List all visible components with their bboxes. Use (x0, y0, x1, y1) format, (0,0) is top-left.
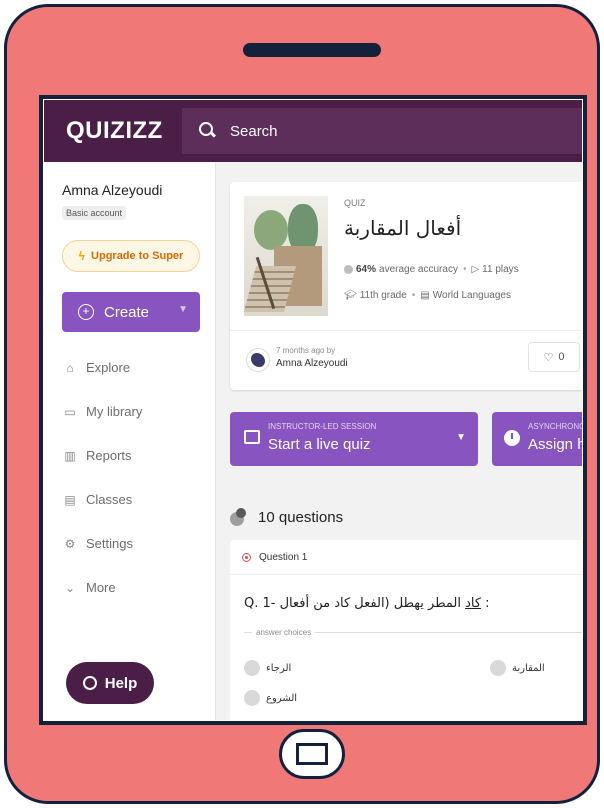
like-button[interactable]: ♡ 0 (528, 342, 580, 372)
search-icon (198, 121, 218, 141)
grade-label: 11th grade (359, 290, 407, 301)
user-name: Amna Alzeyoudi (62, 182, 163, 198)
questions-header: 10 questions (230, 508, 343, 526)
start-live-quiz-button[interactable]: INSTRUCTOR-LED SESSION Start a live quiz… (230, 412, 478, 466)
reports-icon: ▥ (64, 448, 76, 463)
author-name[interactable]: Amna Alzeyoudi (276, 358, 348, 369)
sidebar: Amna Alzeyoudi Basic account ϟ Upgrade t… (44, 162, 216, 720)
clock-icon (504, 430, 520, 446)
sidebar-item-reports[interactable]: ▥ Reports (62, 448, 132, 463)
questions-icon (230, 508, 248, 526)
caret-down-icon[interactable]: ▼ (456, 432, 466, 443)
quiz-thumbnail[interactable] (244, 196, 328, 316)
lightning-icon: ϟ (78, 249, 86, 263)
assign-homework-button[interactable]: ASYNCHRONOUS Assign homework (492, 412, 582, 466)
async-label: ASYNCHRONOUS (528, 422, 582, 431)
plays-count: 11 plays (482, 264, 519, 275)
quiz-type-label: QUIZ (344, 198, 366, 208)
top-bar: QUIZIZZ Search (44, 100, 582, 162)
quiz-title: أفعال المقاربة (344, 216, 462, 240)
search-label: Search (230, 122, 278, 140)
gear-icon: ⚙ (64, 536, 76, 551)
likes-count: 0 (558, 351, 565, 363)
upgrade-button[interactable]: ϟ Upgrade to Super (62, 240, 200, 272)
sidebar-item-classes[interactable]: ▤ Classes (62, 492, 132, 507)
question-card: Question 1 Q. 1- كاد المطر يهطل (الفعل ك… (230, 540, 582, 720)
sidebar-item-my-library[interactable]: ▭ My library (62, 404, 142, 419)
classes-icon: ▤ (64, 492, 76, 507)
assign-homework-label: Assign homework (528, 436, 582, 453)
search-bar[interactable]: Search (182, 108, 582, 154)
graduation-cap-icon: 🎓︎ (344, 290, 357, 301)
chevron-down-icon: ⌄ (64, 580, 76, 595)
chat-bubble-icon (82, 676, 97, 690)
main-content: QUIZ أفعال المقاربة 64% average accuracy… (216, 162, 582, 720)
live-session-label: INSTRUCTOR-LED SESSION (268, 422, 377, 431)
choice-indicator (244, 690, 260, 706)
sidebar-item-explore[interactable]: ⌂ Explore (62, 360, 130, 375)
accuracy-icon (344, 265, 353, 274)
sidebar-item-label: Explore (86, 360, 131, 375)
live-quiz-label: Start a live quiz (268, 436, 371, 453)
question-label: Question 1 (242, 552, 307, 563)
folder-icon: ▭ (64, 404, 76, 419)
sidebar-item-label: My library (86, 404, 143, 419)
quiz-stats: 64% average accuracy • ▷ 11 plays (344, 264, 519, 275)
subject-icon: ▤ (420, 290, 430, 301)
help-label: Help (104, 674, 138, 692)
create-label: Create (104, 303, 150, 321)
answer-choices-label: answer choices (244, 628, 582, 637)
answer-choice: المقاربة (490, 660, 545, 676)
question-count: 10 questions (258, 508, 344, 526)
choice-text: الرجاء (266, 662, 292, 674)
answer-choice: الشروع (244, 690, 297, 706)
home-square-icon (296, 743, 328, 765)
home-button[interactable] (279, 729, 345, 779)
question-number: Question 1 (259, 552, 308, 563)
question-prefix: Q. 1- (244, 596, 280, 611)
answer-choice: الرجاء (244, 660, 291, 676)
sidebar-item-label: Reports (86, 448, 132, 463)
choice-indicator (244, 660, 260, 676)
accuracy-text: average accuracy (379, 264, 458, 275)
choice-indicator (490, 660, 506, 676)
avatar (246, 348, 270, 372)
quiz-meta: 🎓︎ 11th grade • ▤ World Languages (344, 290, 511, 301)
tablet-frame: QUIZIZZ Search Amna Alzeyoudi Basic acco… (4, 4, 600, 804)
choice-text: المقاربة (512, 662, 545, 674)
subject-label: World Languages (432, 290, 511, 301)
sidebar-item-label: More (86, 580, 116, 595)
sidebar-item-label: Classes (86, 492, 133, 507)
created-ago: 7 months ago by (276, 346, 336, 355)
explore-icon: ⌂ (66, 360, 74, 375)
help-button[interactable]: Help (66, 662, 154, 704)
sidebar-item-settings[interactable]: ⚙ Settings (62, 536, 133, 551)
question-text: Q. 1- كاد المطر يهطل (الفعل كاد من أفعال… (244, 596, 490, 611)
play-icon: ▷ (471, 264, 480, 275)
heart-icon: ♡ (543, 351, 554, 364)
create-button[interactable]: + Create ▼ (62, 292, 200, 332)
tablet-speaker (243, 43, 381, 57)
upgrade-label: Upgrade to Super (91, 250, 184, 262)
tablet-screen: QUIZIZZ Search Amna Alzeyoudi Basic acco… (39, 95, 587, 725)
caret-down-icon[interactable]: ▼ (178, 304, 188, 315)
choice-text: الشروع (266, 692, 298, 704)
question-underlined-word: كاد (465, 596, 482, 611)
quiz-card: QUIZ أفعال المقاربة 64% average accuracy… (230, 182, 582, 390)
accuracy-value: 64% (356, 264, 377, 275)
account-type-badge: Basic account (62, 206, 127, 220)
sidebar-item-label: Settings (86, 536, 133, 551)
quizizz-logo[interactable]: QUIZIZZ (66, 117, 176, 145)
plus-circle-icon: + (78, 304, 94, 320)
target-icon (242, 553, 251, 562)
question-body: المطر يهطل (الفعل كاد من أفعال : (279, 596, 490, 611)
sidebar-item-more[interactable]: ⌄ More (62, 580, 116, 595)
presentation-icon (244, 430, 260, 444)
